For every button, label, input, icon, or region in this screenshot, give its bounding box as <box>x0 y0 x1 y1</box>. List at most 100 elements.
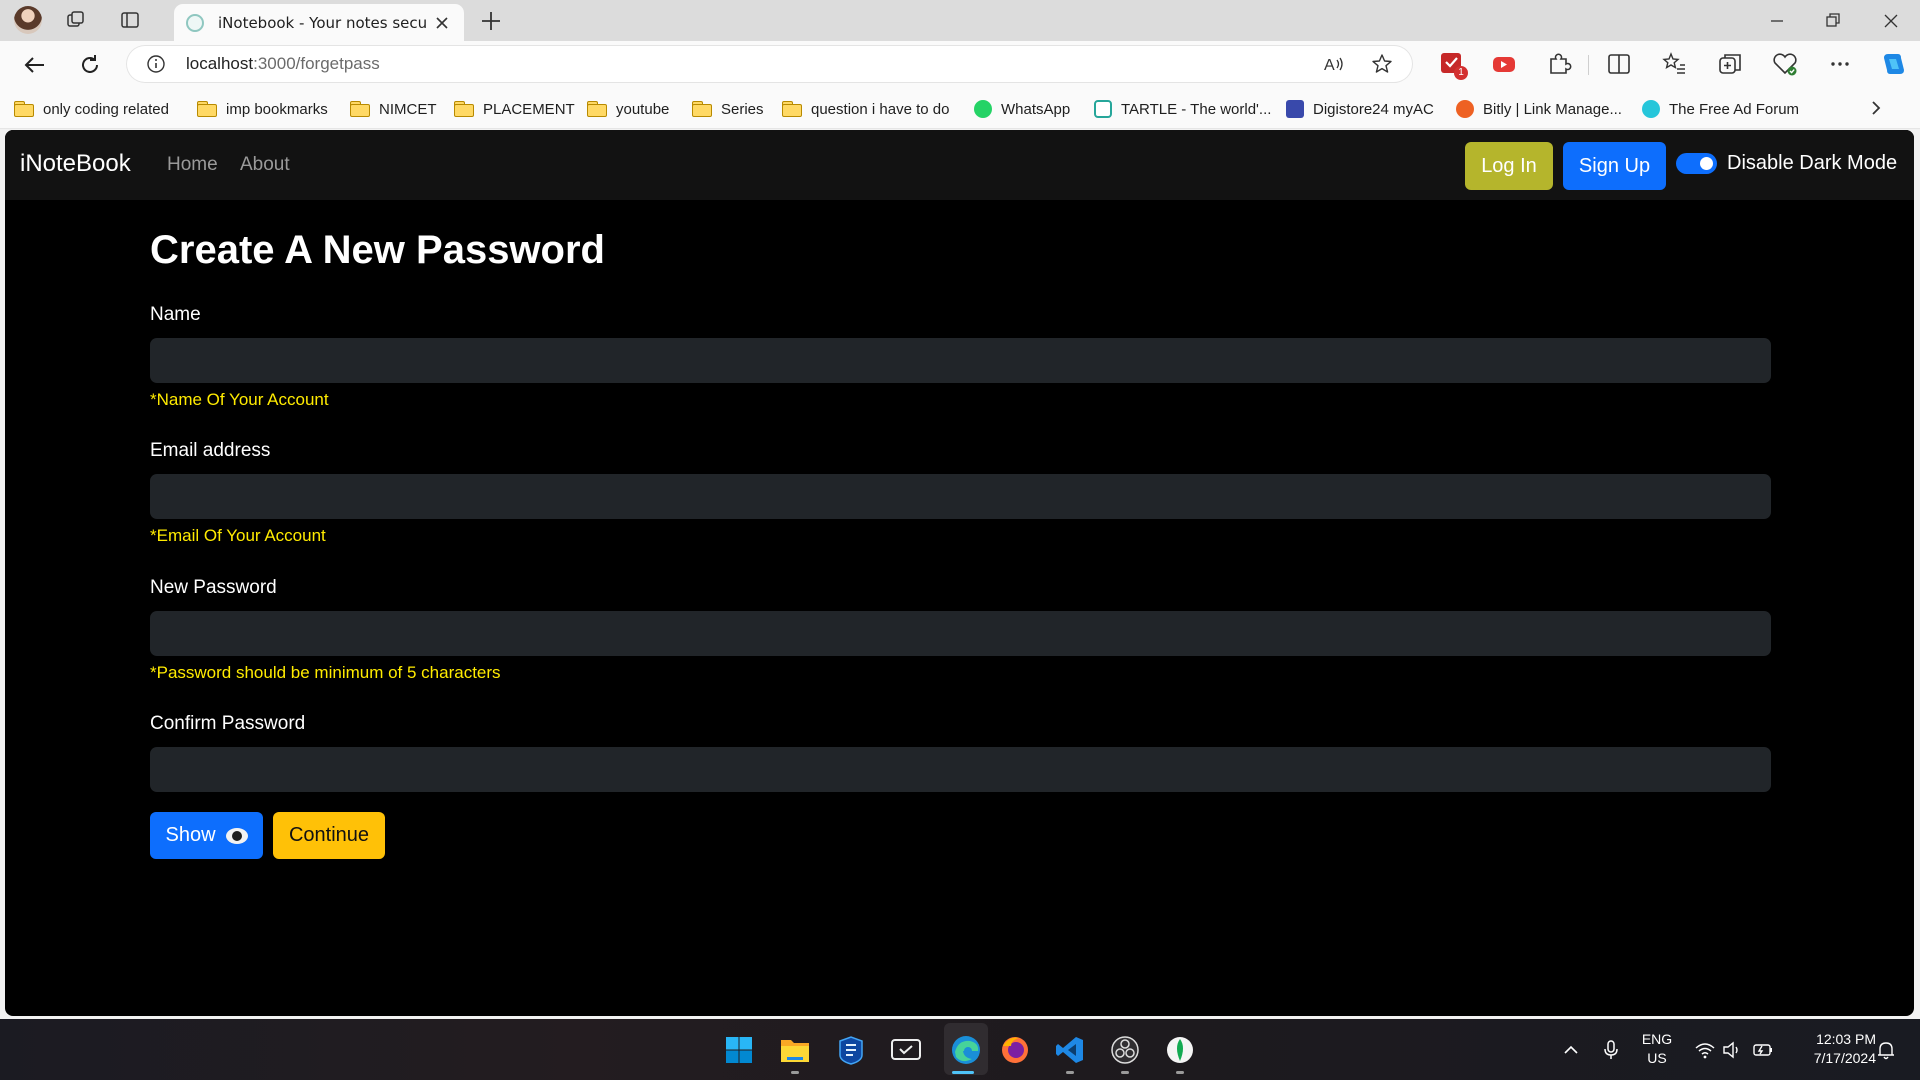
brand-logo[interactable]: iNoteBook <box>20 150 131 178</box>
bookmarks-overflow-chevron-icon[interactable] <box>1864 96 1888 120</box>
file-explorer-icon[interactable] <box>777 1032 813 1068</box>
back-icon[interactable] <box>20 50 50 80</box>
favorites-list-icon[interactable] <box>1660 50 1688 78</box>
close-window-icon[interactable] <box>1876 6 1906 36</box>
volume-icon[interactable] <box>1721 1039 1743 1061</box>
extension-badge: 1 <box>1454 66 1468 80</box>
refresh-icon[interactable] <box>75 50 105 80</box>
new-password-hint: *Password should be minimum of 5 charact… <box>150 663 501 682</box>
toggle-knob <box>1700 157 1713 170</box>
firefox-icon[interactable] <box>997 1032 1033 1068</box>
profile-avatar[interactable] <box>14 6 42 34</box>
new-password-label: New Password <box>150 577 277 598</box>
name-label: Name <box>150 304 201 325</box>
new-password-input[interactable] <box>150 611 1771 656</box>
bookmark-folder[interactable]: imp bookmarks <box>197 97 328 121</box>
bookmark-folder[interactable]: youtube <box>587 97 669 121</box>
clock[interactable]: 12:03 PM 7/17/2024 <box>1790 1030 1876 1068</box>
url-text[interactable]: localhost:3000/forgetpass <box>186 54 380 74</box>
confirm-password-input[interactable] <box>150 747 1771 792</box>
dark-mode-toggle[interactable] <box>1676 153 1717 174</box>
favorite-star-icon[interactable] <box>1370 52 1394 76</box>
running-indicator <box>791 1071 799 1074</box>
eye-icon <box>225 827 248 844</box>
browser-toolbar: localhost:3000/forgetpass A 1 <box>0 41 1920 88</box>
active-indicator <box>952 1071 974 1074</box>
confirm-password-label: Confirm Password <box>150 713 306 734</box>
whatsapp-icon <box>974 100 992 118</box>
start-windows-icon[interactable] <box>721 1032 757 1068</box>
workspaces-icon[interactable] <box>62 6 90 34</box>
show-hidden-icons-chevron-icon[interactable] <box>1560 1039 1582 1061</box>
login-button[interactable]: Log In <box>1465 142 1553 190</box>
email-input[interactable] <box>150 474 1771 519</box>
dark-mode-label: Disable Dark Mode <box>1727 152 1898 174</box>
restore-icon[interactable] <box>1818 6 1848 36</box>
wifi-icon[interactable] <box>1694 1039 1716 1061</box>
notification-bell-icon[interactable] <box>1875 1039 1897 1061</box>
digistore-icon <box>1286 100 1304 118</box>
more-options-icon[interactable] <box>1826 50 1854 78</box>
tab-close-icon[interactable] <box>432 13 452 33</box>
browser-essentials-icon[interactable] <box>1771 50 1799 78</box>
tab-title: iNotebook - Your notes secured <box>218 13 426 32</box>
browser-tab-active[interactable]: iNotebook - Your notes secured <box>174 4 464 41</box>
bookmark-folder[interactable]: NIMCET <box>350 97 437 121</box>
folder-icon <box>692 101 712 117</box>
extensions-puzzle-icon[interactable] <box>1545 50 1573 78</box>
folder-icon <box>587 101 607 117</box>
folder-icon <box>350 101 370 117</box>
name-hint: *Name Of Your Account <box>150 390 329 409</box>
bitly-icon <box>1456 100 1474 118</box>
email-hint: *Email Of Your Account <box>150 526 326 545</box>
bookmark-folder[interactable]: only coding related <box>14 97 169 121</box>
youtube-extension-icon[interactable] <box>1490 50 1518 78</box>
battery-icon[interactable] <box>1752 1039 1774 1061</box>
language-indicator[interactable]: ENG US <box>1638 1030 1676 1068</box>
extension-calendar-icon[interactable]: 1 <box>1438 50 1468 80</box>
edge-browser-icon[interactable] <box>948 1032 984 1068</box>
store-app-icon[interactable] <box>833 1032 869 1068</box>
read-aloud-icon[interactable]: A <box>1322 52 1346 76</box>
address-bar[interactable]: localhost:3000/forgetpass A <box>126 45 1413 83</box>
continue-button[interactable]: Continue <box>273 812 385 859</box>
site-info-icon[interactable] <box>146 54 166 74</box>
signup-button[interactable]: Sign Up <box>1563 142 1666 190</box>
ad-forum-icon <box>1642 100 1660 118</box>
page-viewport: iNoteBook Home About Log In Sign Up Disa… <box>5 130 1914 1016</box>
bookmark-link[interactable]: WhatsApp <box>974 97 1070 121</box>
page-title: Create A New Password <box>150 228 605 272</box>
bookmark-link[interactable]: Bitly | Link Manage... <box>1456 97 1622 121</box>
svg-text:A: A <box>1324 57 1335 74</box>
running-indicator <box>1121 1071 1129 1074</box>
bookmark-link[interactable]: Digistore24 myAC <box>1286 97 1434 121</box>
folder-icon <box>782 101 802 117</box>
vertical-tabs-icon[interactable] <box>116 6 144 34</box>
obs-studio-icon[interactable] <box>1107 1032 1143 1068</box>
minimize-icon[interactable] <box>1762 6 1792 36</box>
show-label: Show <box>165 824 216 846</box>
microphone-icon[interactable] <box>1600 1039 1622 1061</box>
nav-link-about[interactable]: About <box>240 154 290 176</box>
copilot-icon[interactable] <box>1880 50 1908 78</box>
app-navbar: iNoteBook Home About Log In Sign Up Disa… <box>5 130 1914 200</box>
bookmarks-bar: only coding related imp bookmarks NIMCET… <box>0 88 1920 129</box>
bookmark-folder[interactable]: Series <box>692 97 764 121</box>
bookmark-link[interactable]: The Free Ad Forum <box>1642 97 1799 121</box>
nav-link-home[interactable]: Home <box>167 154 218 176</box>
vscode-icon[interactable] <box>1052 1032 1088 1068</box>
windows-taskbar: ENG US 12:03 PM 7/17/2024 <box>0 1019 1920 1080</box>
collections-icon[interactable] <box>1716 50 1744 78</box>
mongodb-compass-icon[interactable] <box>1162 1032 1198 1068</box>
show-password-button[interactable]: Show <box>150 812 263 859</box>
folder-icon <box>14 101 34 117</box>
browser-tab-strip: iNotebook - Your notes secured <box>0 0 1920 41</box>
bookmark-folder[interactable]: question i have to do <box>782 97 949 121</box>
dev-home-icon[interactable] <box>888 1032 924 1068</box>
toolbar-divider <box>1588 55 1589 75</box>
new-tab-icon[interactable] <box>478 8 504 34</box>
split-screen-icon[interactable] <box>1605 50 1633 78</box>
name-input[interactable] <box>150 338 1771 383</box>
bookmark-folder[interactable]: PLACEMENT <box>454 97 575 121</box>
bookmark-link[interactable]: TARTLE - The world'... <box>1094 97 1271 121</box>
